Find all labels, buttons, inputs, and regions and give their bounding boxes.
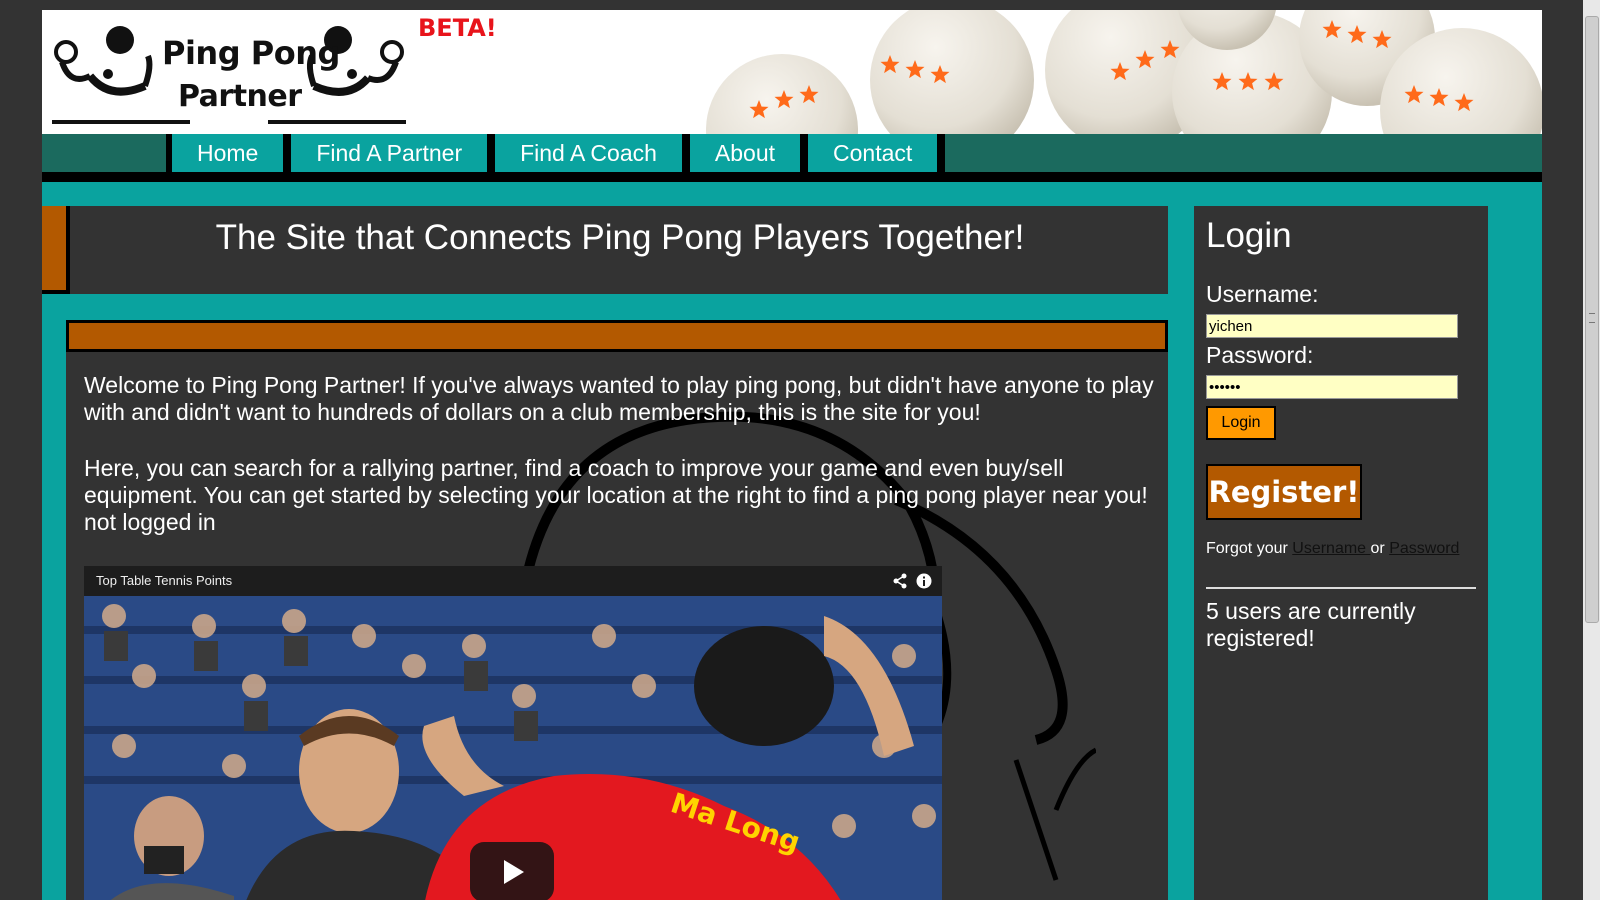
login-heading: Login: [1206, 216, 1292, 255]
page-title: The Site that Connects Ping Pong Players…: [215, 218, 1025, 257]
site-logo[interactable]: Ping Pong Partner: [50, 16, 420, 131]
info-icon[interactable]: [916, 573, 932, 589]
forgot-or: or: [1370, 540, 1390, 557]
main-content: Welcome to Ping Pong Partner! If you've …: [66, 320, 1168, 900]
nav-find-partner[interactable]: Find A Partner: [291, 134, 488, 172]
login-sidebar: Login Username: Password: Login Register…: [1194, 206, 1488, 900]
page-scrollbar[interactable]: [1583, 0, 1600, 900]
play-button[interactable]: [470, 842, 554, 900]
logo-text-line2: Partner: [178, 79, 302, 114]
forgot-username-link[interactable]: Username: [1292, 540, 1370, 557]
forgot-credentials: Forgot your Username or Password: [1206, 540, 1459, 558]
scrollbar-thumb[interactable]: [1585, 16, 1599, 623]
ping-pong-balls-image: [706, 10, 1542, 134]
nav-items: Home Find A Partner Find A Coach About C…: [166, 134, 946, 172]
video-title[interactable]: Top Table Tennis Points: [96, 573, 232, 588]
play-icon: [504, 860, 524, 884]
logo-text-line1: Ping Pong: [162, 34, 340, 72]
embedded-video[interactable]: Top Table Tennis Points Ma Long: [84, 566, 942, 900]
username-label: Username:: [1206, 281, 1319, 307]
content-header-bar: [66, 320, 1168, 352]
nav-about[interactable]: About: [689, 134, 801, 172]
nav-find-coach[interactable]: Find A Coach: [495, 134, 682, 172]
beta-badge: BETA!: [418, 14, 497, 42]
password-label: Password:: [1206, 342, 1314, 368]
intro-paragraph: Here, you can search for a rallying part…: [84, 455, 1148, 535]
share-icon[interactable]: [892, 573, 908, 589]
registered-users-count: 5 users are currently registered!: [1206, 598, 1416, 651]
forgot-password-link[interactable]: Password: [1389, 540, 1459, 557]
password-input[interactable]: [1206, 375, 1458, 399]
sidebar-divider: [1206, 587, 1476, 589]
username-input[interactable]: [1206, 314, 1458, 338]
nav-contact[interactable]: Contact: [808, 134, 938, 172]
title-panel: The Site that Connects Ping Pong Players…: [42, 206, 1168, 294]
page: Ping Pong Partner BETA! Home Find A Part…: [42, 10, 1542, 900]
title-accent-bar: [42, 206, 70, 294]
login-button[interactable]: Login: [1206, 406, 1276, 440]
welcome-paragraph: Welcome to Ping Pong Partner! If you've …: [84, 372, 1154, 425]
video-title-bar: Top Table Tennis Points: [84, 566, 942, 596]
forgot-prefix: Forgot your: [1206, 540, 1293, 557]
scrollbar-grip-icon: [1589, 313, 1595, 323]
nav-home[interactable]: Home: [172, 134, 284, 172]
header-banner: Ping Pong Partner BETA!: [42, 10, 1542, 134]
register-button[interactable]: Register!: [1206, 464, 1362, 520]
main-nav: Home Find A Partner Find A Coach About C…: [42, 134, 1542, 182]
